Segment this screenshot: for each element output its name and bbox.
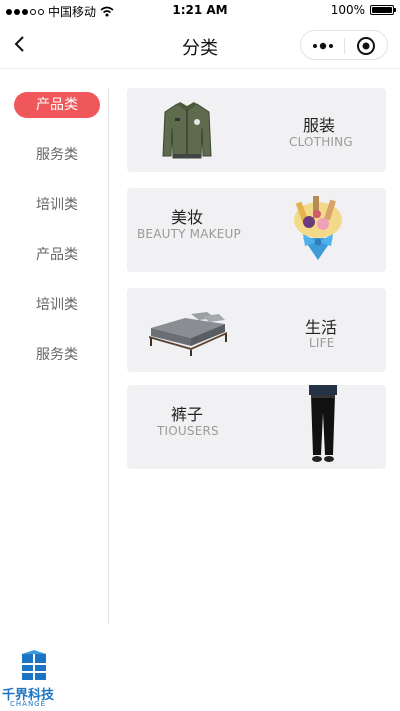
battery-fill bbox=[372, 7, 392, 13]
brand-tagline: CHANGE bbox=[10, 700, 47, 708]
status-bar: 中国移动 1:21 AM 100% bbox=[0, 0, 400, 22]
makeup-bouquet-image bbox=[289, 194, 347, 268]
category-card-life[interactable]: 生活 LIFE bbox=[127, 288, 386, 372]
card-subtitle-trousers: TIOUSERS bbox=[157, 424, 219, 438]
category-sidebar: 产品类 服务类 培训类 产品类 培训类 服务类 bbox=[0, 88, 109, 624]
jacket-image bbox=[161, 98, 213, 166]
trousers-image bbox=[303, 385, 343, 471]
card-title-life: 生活 bbox=[305, 318, 338, 337]
sidebar-item-services[interactable]: 服务类 bbox=[14, 142, 100, 168]
more-options-icon[interactable] bbox=[311, 36, 335, 56]
card-title-beauty-makeup: 美妆 bbox=[171, 208, 204, 227]
sidebar-item-products-2[interactable]: 产品类 bbox=[14, 242, 100, 268]
category-card-beauty-makeup[interactable]: 美妆 BEAUTY MAKEUP bbox=[127, 188, 386, 272]
battery-percent: 100% bbox=[330, 3, 365, 17]
card-subtitle-clothing: CLOTHING bbox=[289, 135, 353, 149]
bed-image bbox=[145, 304, 229, 360]
sidebar-item-training-2[interactable]: 培训类 bbox=[14, 292, 100, 318]
close-miniprogram-icon[interactable] bbox=[355, 36, 377, 56]
sidebar-item-training[interactable]: 培训类 bbox=[14, 192, 100, 218]
sidebar-item-products[interactable]: 产品类 bbox=[14, 92, 100, 118]
card-subtitle-beauty-makeup: BEAUTY MAKEUP bbox=[137, 227, 241, 241]
navigation-bar: 分类 bbox=[0, 22, 400, 69]
miniprogram-capsule bbox=[300, 30, 388, 60]
card-title-trousers: 裤子 bbox=[171, 405, 204, 424]
card-title-clothing: 服装 bbox=[303, 116, 336, 135]
capsule-divider bbox=[344, 38, 345, 54]
category-card-trousers[interactable]: 裤子 TIOUSERS bbox=[127, 385, 386, 469]
status-right: 100% bbox=[330, 3, 396, 17]
brand-logo: 千界科技 CHANGE bbox=[0, 650, 72, 708]
brand-logo-mark-icon bbox=[22, 650, 46, 680]
sidebar-item-services-2[interactable]: 服务类 bbox=[14, 342, 100, 368]
battery-icon bbox=[370, 5, 396, 15]
card-subtitle-life: LIFE bbox=[309, 336, 335, 350]
category-card-clothing[interactable]: 服装 CLOTHING bbox=[127, 88, 386, 172]
